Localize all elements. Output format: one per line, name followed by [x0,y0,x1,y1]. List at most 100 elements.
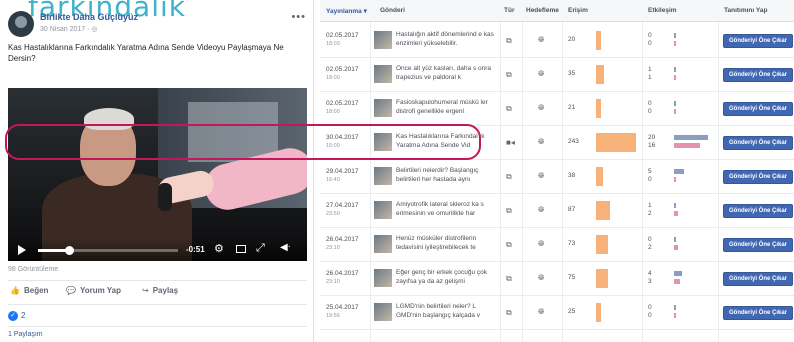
globe-icon: 🌐︎ [538,103,545,112]
boost-post-button[interactable]: Gönderiyi Öne Çıkar [723,102,793,116]
reach-bar [596,65,604,84]
post-excerpt-link[interactable]: Amiyotrofik lateral skleroz ka s erimesi… [396,201,496,218]
globe-icon: 🌐︎ [538,205,545,214]
page-avatar[interactable] [8,11,34,37]
engagement-value-a: 5 [648,168,652,175]
post-thumbnail[interactable] [374,235,392,253]
post-thumbnail[interactable] [374,99,392,117]
engagement-value-a: 0 [648,100,652,107]
engagement-bar-b [674,211,678,216]
engagement-bar-a [674,67,676,72]
table-row[interactable]: 02.05.2017 18:00 Önce alt yüz kasları, dah… [320,58,794,92]
engagement-value-b: 16 [648,142,656,149]
boost-post-button[interactable]: Gönderiyi Öne Çıkar [723,68,793,82]
header-published[interactable]: Yayınlanma ▾ [326,7,367,15]
table-row[interactable]: 02.05.2017 18:00 Fasioskapulohumeral müskü… [320,92,794,126]
engagement-values: 11 [648,66,652,82]
table-row[interactable]: 27.04.2017 23:50 Amiyotrofik lateral skler… [320,194,794,228]
boost-post-button[interactable]: Gönderiyi Öne Çıkar [723,204,793,218]
table-row[interactable]: 02.05.2017 18:03 Hastalığın aktif dönemler… [320,24,794,58]
engagement-bar-a [674,135,708,140]
table-row[interactable]: 25.04.2017 19:56 LGMD'nin belirtileri nele… [320,296,794,330]
video-progress-bar[interactable] [38,246,178,255]
table-row[interactable]: 29.04.2017 16:40 Belirtileri nelerdir? Baş… [320,160,794,194]
reach-bar [596,201,610,220]
globe-icon: 🌐︎ [538,137,545,146]
like-label: Beğen [23,286,49,295]
volume-icon[interactable]: ◀ᐧ [280,242,290,254]
post-date[interactable]: 30 Nisan 2017 · ◎ [40,25,97,33]
boost-post-button[interactable]: Gönderiyi Öne Çıkar [723,272,793,286]
boost-post-button[interactable]: Gönderiyi Öne Çıkar [723,238,793,252]
like-button[interactable]: 👍 Beğen [10,286,48,295]
engagement-bar-a [674,203,676,208]
engagement-value-b: 1 [648,74,652,81]
video-player[interactable]: -0:51 ⚙ ⤢ ◀ᐧ [8,88,307,261]
date-text: 02.05.2017 [326,66,359,73]
published-date: 29.04.2017 16:40 [326,168,359,184]
video-progress-knob[interactable] [65,246,74,255]
reach-bar [596,167,603,186]
share-count[interactable]: 1 Paylaşım [8,331,43,338]
play-icon[interactable] [18,245,26,255]
screen-icon[interactable] [236,245,246,253]
reach-bar [596,303,601,322]
video-time: -0:51 [186,245,205,254]
facebook-post: farkındalık Birlikte Daha Güçlüyüz 30 Ni… [0,0,314,342]
reactions-count: 2 [21,311,26,321]
boost-post-button[interactable]: Gönderiyi Öne Çıkar [723,136,793,150]
time-text: 23:10 [326,245,340,251]
video-controls: -0:51 ⚙ ⤢ ◀ᐧ [8,239,307,261]
view-count[interactable]: 98 Görüntüleme [8,266,58,273]
post-thumbnail[interactable] [374,303,392,321]
reach-bar [596,31,601,50]
link-icon: ⧉ [506,206,512,215]
header-type: Tür [504,7,515,14]
published-date: 26.04.2017 23:10 [326,236,359,252]
share-button[interactable]: ↪ Paylaş [142,286,178,295]
video-microphone [158,183,172,211]
divider [8,280,307,281]
table-row[interactable]: 26.04.2017 23:10 Eğer genç bir erkek çocuğ… [320,262,794,296]
time-text: 19:56 [326,313,340,319]
link-icon: ⧉ [506,70,512,79]
engagement-bar-b [674,143,700,148]
boost-post-button[interactable]: Gönderiyi Öne Çıkar [723,170,793,184]
time-text: 23:50 [326,211,340,217]
post-excerpt-link[interactable]: LGMD'nin belirtileri neler? L GMD'nin ba… [396,303,496,320]
table-row[interactable]: 26.04.2017 23:10 Henüz müsküler distrofile… [320,228,794,262]
post-thumbnail[interactable] [374,31,392,49]
post-excerpt-link[interactable]: Hastalığın aktif dönemlerind e kas enzim… [396,31,496,48]
engagement-value-a: 4 [648,270,652,277]
boost-post-button[interactable]: Gönderiyi Öne Çıkar [723,306,793,320]
post-excerpt-link[interactable]: Eğer genç bir erkek çocuğu çok zayıfsa y… [396,269,496,286]
comment-button[interactable]: 💬 Yorum Yap [66,286,121,295]
reach-bar [596,133,636,152]
post-thumbnail[interactable] [374,167,392,185]
reach-bar [596,99,601,118]
engagement-value-b: 0 [648,40,652,47]
fullscreen-icon[interactable]: ⤢ [256,242,265,254]
globe-icon: 🌐︎ [538,171,545,180]
post-excerpt-link[interactable]: Önce alt yüz kasları, daha s onra trapez… [396,65,496,82]
post-excerpt-link[interactable]: Belirtileri nelerdir? Başlangıç belirtil… [396,167,496,184]
more-options-icon[interactable]: ••• [291,11,306,23]
post-thumbnail[interactable] [374,65,392,83]
page-name-link[interactable]: Birlikte Daha Güçlüyüz [40,12,138,22]
reach-value: 73 [568,240,576,247]
settings-icon[interactable]: ⚙ [214,243,224,255]
reach-value: 243 [568,138,579,145]
post-excerpt-link[interactable]: Henüz müsküler distrofilerin tedavisini … [396,235,496,252]
engagement-values: 12 [648,202,652,218]
time-text: 16:40 [326,177,340,183]
engagement-bar-a [674,305,676,310]
date-text: 25.04.2017 [326,304,359,311]
post-excerpt-link[interactable]: Fasioskapulohumeral müskü ler distrofi g… [396,99,496,116]
reactions-summary[interactable]: ✓ 2 [8,311,25,321]
post-thumbnail[interactable] [374,269,392,287]
boost-post-button[interactable]: Gönderiyi Öne Çıkar [723,34,793,48]
post-thumbnail[interactable] [374,201,392,219]
share-label: Paylaş [152,286,179,295]
highlighted-row-outline [5,124,481,160]
comment-label: Yorum Yap [79,286,122,295]
